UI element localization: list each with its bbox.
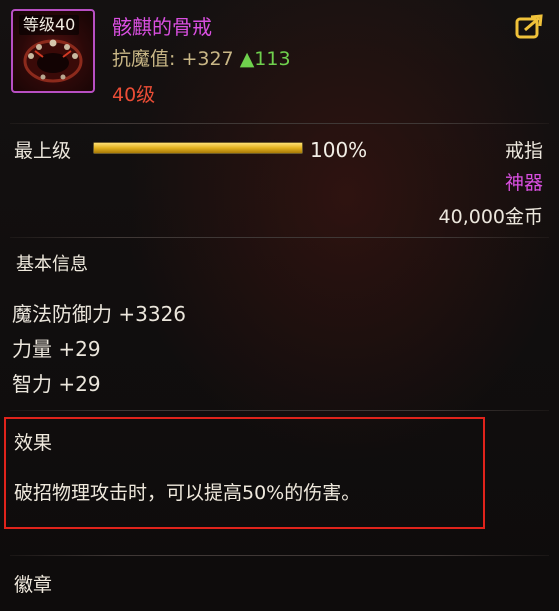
share-icon <box>515 14 543 39</box>
divider <box>10 555 549 556</box>
item-tooltip-panel: 等级40 骸麒的骨戒 抗魔值: +327 ▲113 40级 最上级 100% 戒… <box>0 0 559 611</box>
basic-info-title: 基本信息 <box>16 254 88 275</box>
divider <box>10 123 549 124</box>
item-icon-frame: 等级40 <box>11 9 95 93</box>
item-price: 40,000金币 <box>438 206 543 228</box>
attribute-intelligence: 智力 +29 <box>12 372 101 396</box>
effect-description: 破招物理攻击时，可以提高50%的伤害。 <box>14 482 361 504</box>
upgrade-progress-text: 100% <box>310 138 368 162</box>
stat-increase: ▲113 <box>239 48 291 70</box>
upgrade-level-label: 最上级 <box>14 140 72 162</box>
upgrade-progress-fill <box>94 143 302 153</box>
effect-highlight-box <box>4 417 485 529</box>
emblem-title: 徽章 <box>14 574 53 596</box>
magic-resist-value: 抗魔值: +327 <box>112 48 234 70</box>
item-type: 戒指 <box>504 140 543 162</box>
attribute-magic-defense: 魔法防御力 +3326 <box>12 302 187 326</box>
required-level: 40级 <box>112 84 156 106</box>
upgrade-progress-bar <box>93 142 303 154</box>
share-button[interactable] <box>515 14 545 40</box>
divider <box>10 410 549 411</box>
effect-title: 效果 <box>14 432 53 454</box>
attribute-strength: 力量 +29 <box>12 337 101 361</box>
divider <box>10 237 549 238</box>
item-name: 骸麒的骨戒 <box>112 15 212 39</box>
item-level-badge: 等级40 <box>19 15 80 35</box>
magic-resist-stat: 抗魔值: +327 ▲113 <box>112 44 291 71</box>
item-rarity: 神器 <box>504 172 543 194</box>
